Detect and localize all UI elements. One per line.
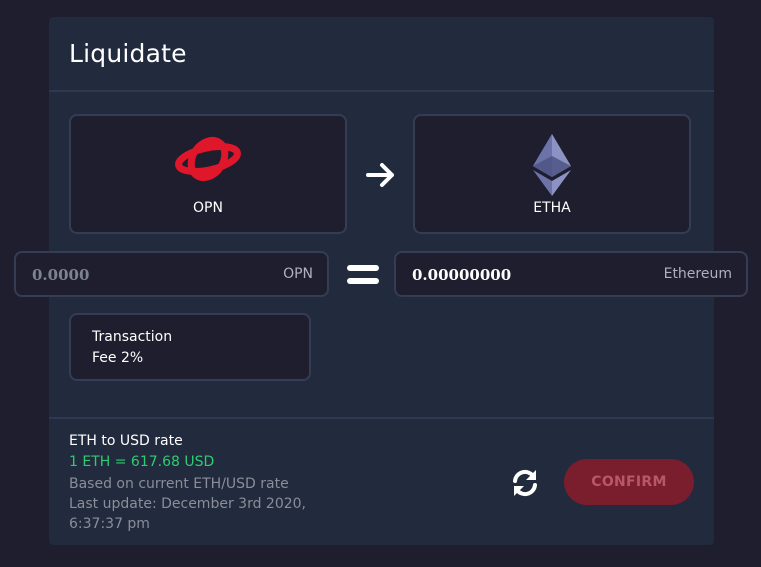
footer-divider	[49, 417, 714, 419]
from-token-name: OPN	[193, 200, 223, 216]
rate-note: Based on current ETH/USD rate Last updat…	[69, 474, 329, 534]
page-title: Liquidate	[69, 39, 187, 68]
transaction-fee-box: Transaction Fee 2%	[69, 313, 311, 381]
from-amount-field[interactable]: 0.0000 OPN	[14, 251, 329, 297]
liquidate-card: Liquidate OPN ETHA 0.0000 OPN 0.00000000…	[14, 17, 748, 545]
header-divider	[49, 90, 714, 92]
rate-last-update: Last update: December 3rd 2020, 6:37:37 …	[69, 496, 306, 532]
arrow-right-icon	[366, 163, 394, 187]
rate-based-on: Based on current ETH/USD rate	[69, 476, 289, 492]
to-amount-field[interactable]: 0.00000000 Ethereum	[394, 251, 748, 297]
rate-title: ETH to USD rate	[69, 433, 183, 449]
to-amount-unit: Ethereum	[663, 266, 732, 282]
to-amount-value[interactable]: 0.00000000	[412, 266, 511, 284]
rate-value: 1 ETH = 617.68 USD	[69, 454, 215, 470]
from-amount-unit: OPN	[283, 266, 313, 282]
to-token-name: ETHA	[533, 200, 571, 216]
from-token-card[interactable]: OPN	[69, 114, 347, 234]
confirm-button[interactable]: CONFIRM	[564, 459, 694, 505]
refresh-icon[interactable]	[510, 468, 540, 498]
ethereum-logo-icon	[533, 134, 571, 196]
from-amount-value[interactable]: 0.0000	[32, 266, 89, 284]
to-token-card[interactable]: ETHA	[413, 114, 691, 234]
opn-logo-icon	[175, 136, 241, 182]
transaction-fee-text: Transaction Fee 2%	[92, 329, 173, 366]
